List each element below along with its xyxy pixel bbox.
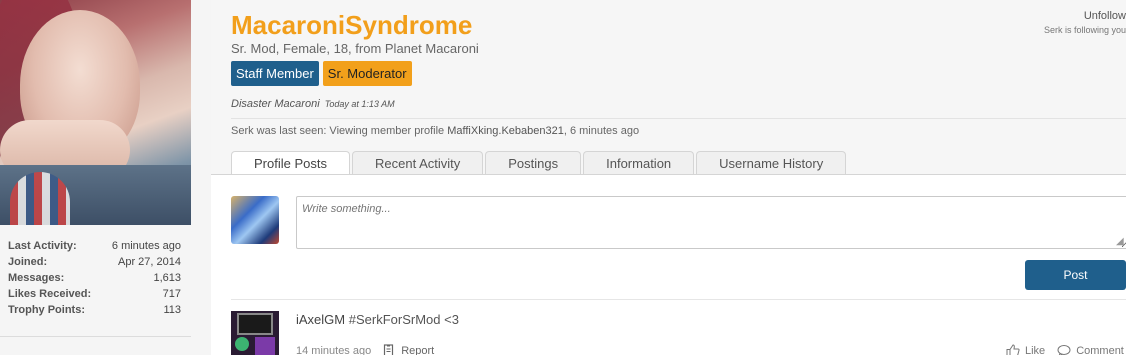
comment-label: Comment [1076, 344, 1124, 355]
stats-divider [0, 336, 191, 337]
speech-bubble-icon [1057, 345, 1071, 355]
avatar-part [237, 313, 273, 335]
like-button[interactable]: Like [1006, 344, 1045, 355]
profile-posts-panel: ◢ Post iAxelGM #SerkForSrMod <3 14 minut… [211, 174, 1126, 355]
tab-recent-activity[interactable]: Recent Activity [351, 151, 484, 175]
stat-label: Trophy Points: [8, 304, 85, 316]
unfollow-link[interactable]: Unfollow [1044, 10, 1126, 22]
comment-time[interactable]: 14 minutes ago [296, 345, 371, 355]
report-label: Report [401, 344, 435, 355]
report-button[interactable]: Report [383, 344, 434, 355]
comment-button[interactable]: Comment [1057, 344, 1124, 355]
profile-username: MacaroniSyndrome [231, 10, 473, 40]
divider [231, 299, 1126, 300]
status-time[interactable]: Today at 1:13 AM [325, 99, 395, 109]
comment-text: #SerkForSrMod <3 [348, 312, 459, 327]
stat-messages: Messages: 1,613 [8, 270, 181, 286]
tab-profile-posts[interactable]: Profile Posts [231, 151, 350, 175]
last-seen: Serk was last seen: Viewing member profi… [231, 125, 639, 137]
avatar-part [255, 337, 275, 355]
follow-box: Unfollow Serk is following you [1044, 10, 1126, 35]
stat-value[interactable]: 1,613 [153, 270, 181, 286]
stat-last-activity: Last Activity: 6 minutes ago [8, 238, 181, 254]
stat-label: Joined: [8, 256, 48, 268]
divider [231, 118, 1126, 119]
last-seen-member-link[interactable]: MaffiXking.Kebaben321 [447, 125, 564, 137]
resize-handle-icon[interactable]: ◢ [1116, 236, 1124, 247]
profile-tabs: Profile Posts Recent Activity Postings I… [231, 151, 848, 175]
stat-label: Messages: [8, 272, 65, 284]
last-seen-time: , 6 minutes ago [563, 125, 640, 137]
like-label: Like [1025, 344, 1046, 355]
thumbs-up-icon [1006, 344, 1020, 355]
user-banners: Staff Member Sr. Moderator [231, 61, 412, 86]
stat-label: Last Activity: [8, 240, 77, 252]
profile-sidebar: Last Activity: 6 minutes ago Joined: Apr… [0, 0, 211, 355]
tab-postings[interactable]: Postings [485, 151, 582, 175]
comment-author-link[interactable]: iAxelGM [296, 312, 345, 327]
stat-joined: Joined: Apr 27, 2014 [8, 254, 181, 270]
stat-label: Likes Received: [8, 288, 92, 300]
stat-trophy-points: Trophy Points: 113 [8, 302, 181, 318]
status-message: Disaster Macaroni [231, 98, 320, 110]
current-user-avatar[interactable] [231, 196, 279, 244]
last-seen-prefix: Serk was last seen: Viewing member profi… [231, 125, 445, 137]
profile-user-info: Sr. Mod, Female, 18, from Planet Macaron… [231, 41, 479, 56]
tab-information[interactable]: Information [583, 151, 695, 175]
tab-username-history[interactable]: Username History [696, 151, 847, 175]
avatar-shirt-stripe [10, 172, 70, 225]
staff-member-banner: Staff Member [231, 61, 319, 86]
profile-post: iAxelGM #SerkForSrMod <3 [296, 312, 459, 327]
stat-value: 717 [162, 288, 181, 300]
sr-moderator-banner: Sr. Moderator [322, 61, 412, 86]
stat-value[interactable]: 113 [163, 302, 181, 318]
following-status: Serk is following you [1043, 25, 1126, 35]
profile-main: MacaroniSyndrome Sr. Mod, Female, 18, fr… [211, 0, 1126, 355]
comment-actions: Like Comment [1006, 344, 1126, 355]
profile-post-input[interactable] [296, 196, 1126, 249]
comment-author-avatar[interactable] [231, 311, 279, 355]
report-icon [384, 344, 394, 355]
stat-value: Apr 27, 2014 [118, 256, 181, 268]
profile-avatar[interactable] [0, 0, 191, 225]
stat-likes-received: Likes Received: 717 [8, 286, 181, 302]
profile-stats: Last Activity: 6 minutes ago Joined: Apr… [0, 238, 191, 318]
status-update: Disaster Macaroni Today at 1:13 AM [231, 98, 395, 110]
avatar-part [235, 337, 249, 351]
post-button[interactable]: Post [1025, 260, 1126, 290]
stat-value: 6 minutes ago [111, 240, 181, 252]
comment-meta: 14 minutes ago Report [296, 344, 434, 355]
